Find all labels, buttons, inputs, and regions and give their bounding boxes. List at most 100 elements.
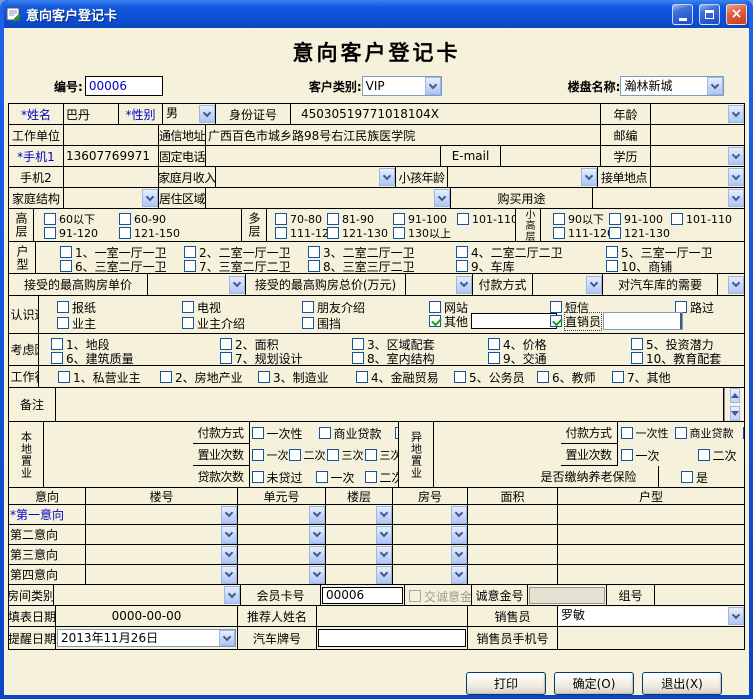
direct-sales-combo[interactable] xyxy=(603,312,683,330)
checkbox-item[interactable]: 60-90 xyxy=(119,212,166,226)
checkbox-item[interactable]: 业主 xyxy=(57,316,96,330)
name-field[interactable]: 巴丹 xyxy=(64,104,119,124)
checkbox-item[interactable]: 二次 xyxy=(289,448,326,462)
checkbox-item[interactable]: 一次 xyxy=(621,448,660,462)
age-combo[interactable] xyxy=(651,105,744,123)
checkbox-item[interactable]: 3、制造业 xyxy=(258,370,329,384)
checkbox-item[interactable]: 商业贷款 xyxy=(675,426,734,440)
exit-button[interactable]: 退出(X) xyxy=(642,672,722,695)
sales-phone-field[interactable] xyxy=(558,627,744,649)
checkbox-item[interactable]: 6、建筑质量 xyxy=(51,351,134,365)
checkbox-item[interactable]: 121-150 xyxy=(119,226,180,240)
unit-combo[interactable] xyxy=(238,506,325,524)
mobile1-field[interactable]: 13607769971 xyxy=(64,146,159,166)
payment-method-combo[interactable] xyxy=(533,276,602,294)
checkbox-item[interactable]: 81-90 xyxy=(327,212,374,226)
floor-combo[interactable] xyxy=(326,566,392,584)
checkbox-item[interactable]: 90以下 xyxy=(553,212,604,226)
room-combo[interactable] xyxy=(393,506,467,524)
building-combo[interactable] xyxy=(86,566,237,584)
checkbox-item[interactable]: 商业贷款 xyxy=(319,426,382,440)
checkbox-item[interactable]: 朋友介绍 xyxy=(302,300,365,314)
checkbox-item[interactable]: 9、交通 xyxy=(488,351,547,365)
room-category-combo[interactable] xyxy=(54,586,240,604)
checkbox-item[interactable]: 111-120 xyxy=(553,226,614,240)
customer-type-combo[interactable]: VIP xyxy=(362,76,442,96)
checkbox-item[interactable]: 60以下 xyxy=(44,212,95,226)
group-no-field[interactable] xyxy=(655,585,744,605)
other-channel-input[interactable] xyxy=(471,313,557,329)
floor-combo[interactable] xyxy=(326,546,392,564)
unit-combo[interactable] xyxy=(238,566,325,584)
education-combo[interactable] xyxy=(651,147,744,165)
checkbox-item[interactable]: 一次 xyxy=(316,470,355,484)
zip-field[interactable] xyxy=(651,125,744,145)
unit-combo[interactable] xyxy=(238,546,325,564)
purchase-purpose-combo[interactable] xyxy=(593,189,744,207)
checkbox-item[interactable]: 6、教师 xyxy=(537,370,596,384)
checkbox-item[interactable]: 8、三室三厅二卫 xyxy=(308,259,415,273)
checkbox-item[interactable]: 围挡 xyxy=(302,316,341,330)
address-field[interactable]: 广西百色市城乡路98号右江民族医学院 xyxy=(206,125,601,145)
gender-combo[interactable]: 男 xyxy=(163,105,215,123)
room-combo[interactable] xyxy=(393,526,467,544)
living-area-combo[interactable] xyxy=(206,189,450,207)
building-combo[interactable] xyxy=(86,506,237,524)
checkbox-item[interactable]: 二次 xyxy=(698,448,737,462)
id-number-field[interactable]: 45030519771018104X xyxy=(291,104,601,124)
checkbox-item[interactable]: 8、室内结构 xyxy=(352,351,435,365)
titlebar[interactable]: 意向客户登记卡 × xyxy=(4,0,749,28)
family-structure-combo[interactable] xyxy=(64,189,158,207)
child-age-combo[interactable] xyxy=(448,168,597,186)
remind-date-picker[interactable]: 2013年11月26日 xyxy=(57,629,236,647)
minimize-button[interactable] xyxy=(672,4,693,25)
no-input[interactable]: 00006 xyxy=(85,76,163,96)
checkbox-item[interactable]: 一次 xyxy=(252,448,289,462)
max-total-price-combo[interactable] xyxy=(406,276,472,294)
email-field[interactable] xyxy=(501,146,601,166)
checkbox-item[interactable]: 5、公务员 xyxy=(454,370,525,384)
garage-need-combo[interactable] xyxy=(718,276,744,294)
income-combo[interactable] xyxy=(216,168,395,186)
checkbox-item[interactable]: 业主介绍 xyxy=(182,316,245,330)
remark-textarea[interactable] xyxy=(56,388,724,421)
checkbox-item[interactable]: 101-110 xyxy=(671,212,732,226)
checkbox-other[interactable]: 其他 xyxy=(429,314,557,328)
checkbox-item[interactable]: 91-120 xyxy=(44,226,98,240)
room-combo[interactable] xyxy=(393,546,467,564)
building-combo[interactable] xyxy=(86,546,237,564)
checkbox-item[interactable]: 三次以上 xyxy=(365,448,400,462)
checkbox-item[interactable]: 7、三室二厅二卫 xyxy=(184,259,291,273)
estate-name-combo[interactable]: 瀚林新城 xyxy=(620,76,724,96)
mobile2-field[interactable] xyxy=(64,167,159,187)
work-unit-field[interactable] xyxy=(64,125,159,145)
checkbox-item[interactable]: 7、其他 xyxy=(612,370,671,384)
order-place-combo[interactable] xyxy=(651,168,744,186)
checkbox-item[interactable]: 91-100 xyxy=(609,212,663,226)
checkbox-item[interactable]: 4、金融贸易 xyxy=(356,370,439,384)
checkbox-item[interactable]: 1、私营业主 xyxy=(58,370,141,384)
floor-combo[interactable] xyxy=(326,506,392,524)
building-combo[interactable] xyxy=(86,526,237,544)
checkbox-item[interactable]: 7、规划设计 xyxy=(220,351,303,365)
scroll-down-button[interactable] xyxy=(730,406,740,421)
ok-button[interactable]: 确定(O) xyxy=(554,672,634,695)
checkbox-item[interactable]: 130以上 xyxy=(393,226,451,240)
checkbox-item[interactable]: 101-110 xyxy=(457,212,516,226)
floor-combo[interactable] xyxy=(326,526,392,544)
close-button[interactable]: × xyxy=(726,4,747,25)
checkbox-item[interactable]: 2、房地产业 xyxy=(160,370,243,384)
checkbox-item[interactable]: 121-130 xyxy=(609,226,670,240)
checkbox-item[interactable]: 未贷过 xyxy=(252,470,303,484)
checkbox-item[interactable]: 一次性 xyxy=(252,426,303,440)
checkbox-item[interactable]: 一次性 xyxy=(621,426,669,440)
remark-scrollbar[interactable] xyxy=(724,388,744,421)
checkbox-item[interactable]: 10、教育配套 xyxy=(631,351,721,365)
max-unit-price-combo[interactable] xyxy=(148,276,245,294)
referrer-field[interactable] xyxy=(317,606,468,626)
checkbox-item[interactable]: 报纸 xyxy=(57,300,96,314)
checkbox-item[interactable]: 70-80 xyxy=(275,212,322,226)
room-combo[interactable] xyxy=(393,566,467,584)
checkbox-item[interactable]: 是 xyxy=(681,470,708,484)
tel-field[interactable] xyxy=(206,146,441,166)
